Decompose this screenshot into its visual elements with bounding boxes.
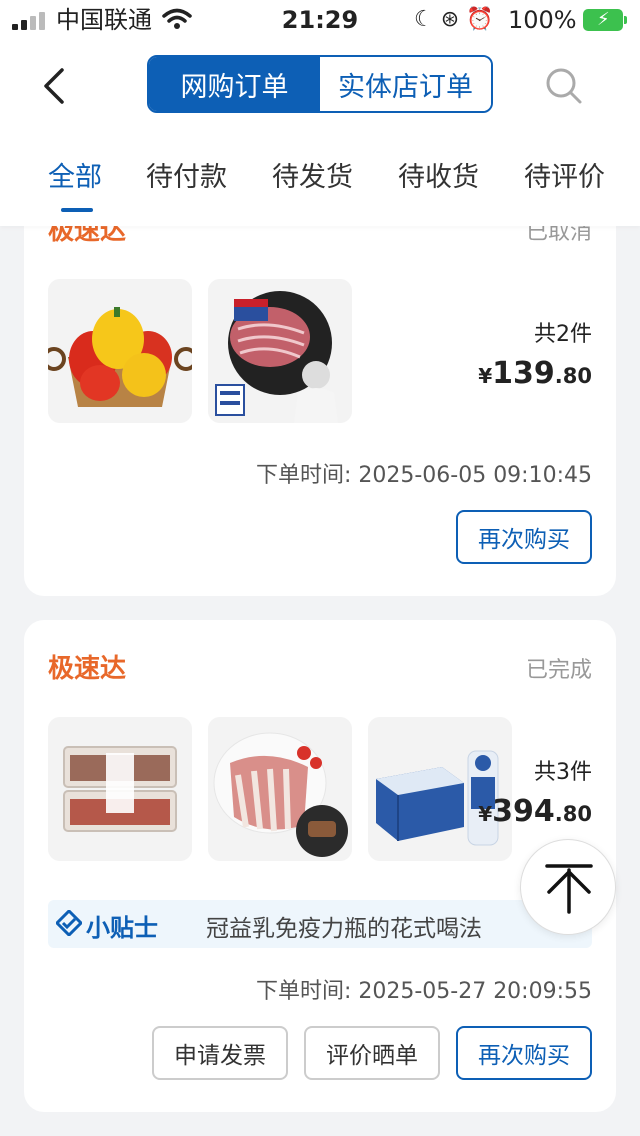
tab-all[interactable]: 全部 (48, 158, 102, 198)
product-image-beef[interactable] (208, 279, 352, 423)
active-tab-indicator (61, 208, 93, 212)
item-count: 共3件 (534, 760, 592, 785)
store-name: 极速达 (48, 654, 127, 684)
tip-banner[interactable]: 小贴士 冠益乳免疫力瓶的花式喝法 (48, 900, 592, 948)
tip-text: 冠益乳免疫力瓶的花式喝法 (206, 916, 482, 942)
order-tabs: 全部 待付款 待发货 待收货 待评价 (0, 158, 640, 218)
search-icon[interactable] (544, 66, 584, 106)
back-to-top-button[interactable] (520, 839, 616, 935)
header: 网购订单 实体店订单 全部 待付款 待发货 待收货 待评价 (0, 40, 640, 226)
order-price: ¥139.80 (478, 356, 592, 391)
tab-pending-payment[interactable]: 待付款 (146, 158, 227, 198)
tab-pending-shipment[interactable]: 待发货 (272, 158, 353, 198)
product-image-meat-trays[interactable] (48, 717, 192, 861)
segment-online-orders[interactable]: 网购订单 (149, 57, 320, 111)
product-image-milk[interactable] (368, 717, 512, 861)
back-to-top-icon (545, 864, 593, 914)
review-button[interactable]: 评价晒单 (304, 1026, 440, 1080)
order-card[interactable]: 极速达 已取消 共2件 ¥139.80 下单时间: 2025-06-05 09:… (24, 186, 616, 596)
tip-label: 小贴士 (86, 914, 158, 942)
order-time: 下单时间: 2025-05-27 20:09:55 (255, 979, 592, 1004)
segment-store-orders[interactable]: 实体店订单 (320, 57, 491, 111)
status-bar: 中国联通 21:29 ☾ ⊛ ⏰ 100% ⚡ (0, 0, 640, 40)
product-image-lamb-chops[interactable] (208, 717, 352, 861)
tip-check-icon (56, 910, 82, 936)
buy-again-button[interactable]: 再次购买 (456, 510, 592, 564)
buy-again-button[interactable]: 再次购买 (456, 1026, 592, 1080)
moon-icon: ☾ (414, 7, 434, 32)
battery-percent: 100% (508, 6, 577, 34)
order-status: 已完成 (525, 658, 592, 683)
rotation-lock-icon: ⊛ (440, 7, 460, 32)
tab-pending-receipt[interactable]: 待收货 (398, 158, 479, 198)
item-count: 共2件 (534, 322, 592, 347)
back-arrow-icon[interactable] (36, 62, 76, 110)
order-time: 下单时间: 2025-06-05 09:10:45 (255, 463, 592, 488)
request-invoice-button[interactable]: 申请发票 (152, 1026, 288, 1080)
product-image-peppers[interactable] (48, 279, 192, 423)
alarm-icon: ⏰ (466, 7, 494, 32)
order-price: ¥394.80 (478, 794, 592, 829)
status-icons: ☾ ⊛ ⏰ (414, 7, 494, 33)
order-type-segment: 网购订单 实体店订单 (147, 55, 493, 113)
battery-icon: ⚡ (583, 9, 627, 31)
tab-pending-review[interactable]: 待评价 (524, 158, 605, 198)
